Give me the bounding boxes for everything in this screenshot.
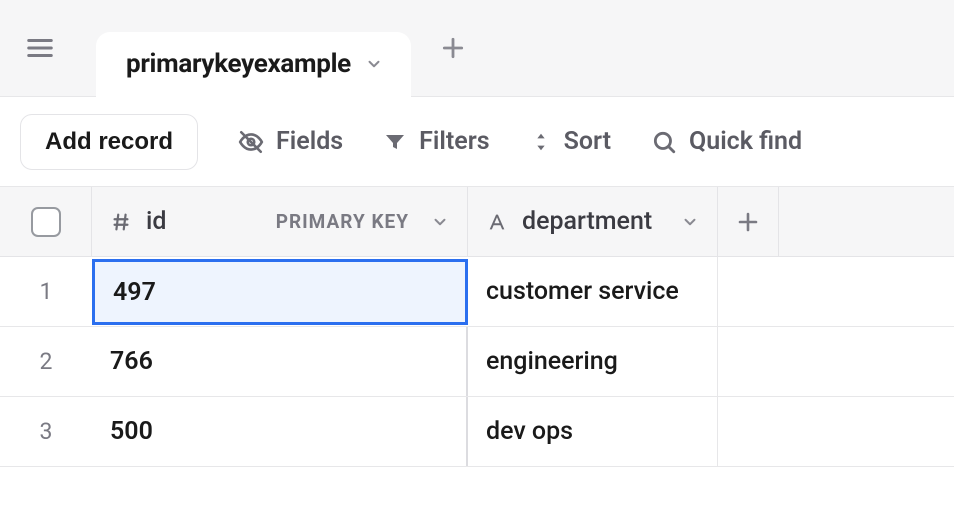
row-number[interactable]: 3	[0, 397, 92, 466]
select-all-cell[interactable]	[0, 187, 92, 256]
primary-key-badge: PRIMARY KEY	[276, 210, 409, 233]
menu-button[interactable]	[18, 26, 62, 70]
row-number[interactable]: 2	[0, 327, 92, 396]
quick-find-button[interactable]: Quick find	[651, 127, 802, 156]
cell-department[interactable]: dev ops	[468, 397, 718, 466]
hamburger-icon	[25, 33, 55, 63]
chevron-down-icon	[681, 213, 699, 231]
fields-label: Fields	[276, 127, 343, 156]
search-icon	[651, 129, 677, 155]
row-number[interactable]: 1	[0, 257, 92, 326]
add-record-button[interactable]: Add record	[20, 114, 198, 170]
table-row[interactable]: 2766engineering	[0, 327, 954, 397]
column-header-department[interactable]: department	[468, 187, 718, 256]
filter-icon	[383, 130, 407, 154]
cell-id[interactable]: 497	[92, 259, 468, 325]
chevron-down-icon	[431, 213, 449, 231]
cell-department[interactable]: customer service	[468, 257, 718, 326]
plus-icon	[736, 210, 760, 234]
fields-button[interactable]: Fields	[238, 127, 343, 156]
data-grid: id PRIMARY KEY department 1497customer s…	[0, 187, 954, 467]
column-header-id[interactable]: id PRIMARY KEY	[92, 187, 468, 256]
filters-label: Filters	[419, 127, 489, 156]
select-all-checkbox[interactable]	[31, 207, 61, 237]
cell-id[interactable]: 766	[92, 327, 468, 396]
quick-find-label: Quick find	[689, 127, 802, 156]
header-row: id PRIMARY KEY department	[0, 187, 954, 257]
eye-off-icon	[238, 129, 264, 155]
add-tab-button[interactable]	[431, 26, 475, 70]
column-name: department	[522, 207, 652, 236]
table-row[interactable]: 3500dev ops	[0, 397, 954, 467]
table-tab[interactable]: primarykeyexample	[96, 32, 411, 97]
chevron-down-icon	[365, 55, 383, 73]
cell-id[interactable]: 500	[92, 397, 468, 466]
table-tab-label: primarykeyexample	[126, 49, 351, 79]
cell-department[interactable]: engineering	[468, 327, 718, 396]
sort-button[interactable]: Sort	[530, 127, 611, 156]
text-icon	[486, 211, 508, 233]
filters-button[interactable]: Filters	[383, 127, 489, 156]
table-row[interactable]: 1497customer service	[0, 257, 954, 327]
add-column-button[interactable]	[718, 187, 779, 256]
hash-icon	[110, 211, 132, 233]
sort-label: Sort	[564, 127, 611, 156]
plus-icon	[440, 35, 466, 61]
sort-icon	[530, 129, 552, 155]
column-name: id	[146, 207, 166, 236]
